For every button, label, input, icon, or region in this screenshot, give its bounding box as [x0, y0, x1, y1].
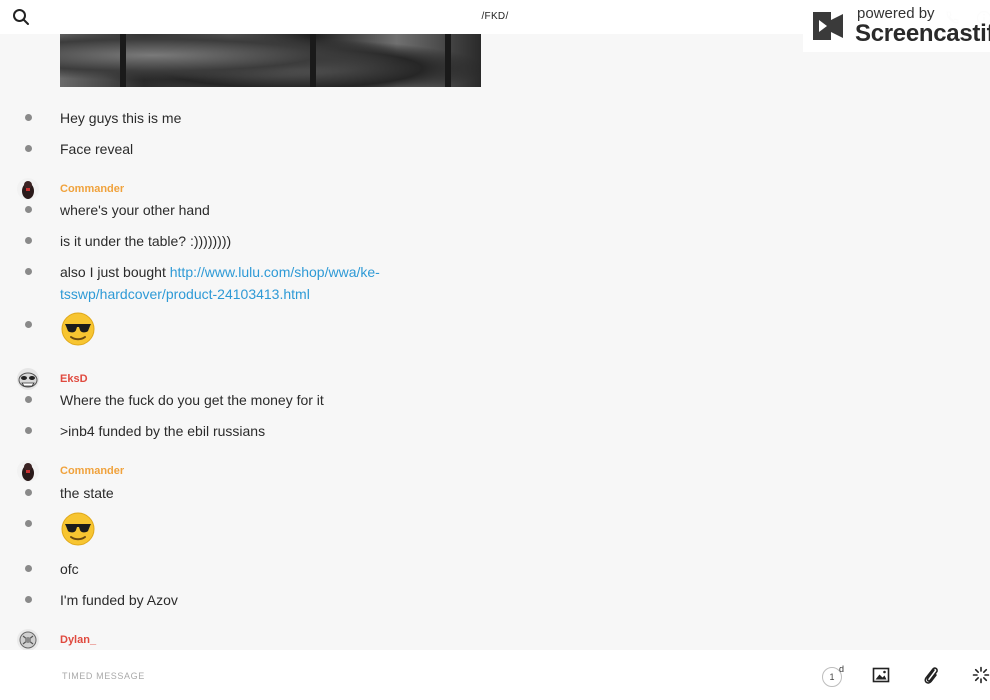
message-bullet — [25, 396, 32, 403]
message-text: the state — [60, 485, 114, 501]
message-bullet — [25, 520, 32, 527]
shared-photo[interactable] — [60, 34, 481, 87]
loading-icon[interactable] — [972, 666, 990, 684]
message-text: Hey guys this is me — [60, 110, 182, 126]
message-link-continued[interactable]: tsswp/hardcover/product-24103413.html — [60, 286, 310, 302]
message-input[interactable] — [60, 665, 764, 687]
message-text: where's your other hand — [60, 202, 210, 218]
message-author[interactable]: Commander — [60, 465, 124, 477]
composer-bar: 1 d — [0, 650, 990, 700]
message-text: >inb4 funded by the ebil russians — [60, 423, 266, 439]
screencastify-logo-icon — [813, 12, 843, 40]
message-text: Face reveal — [60, 141, 134, 157]
avatar-eksd[interactable] — [17, 368, 39, 390]
timer-unit: d — [839, 664, 845, 674]
message-bullet — [25, 489, 32, 496]
sunglasses-emoji-icon — [61, 512, 95, 546]
message-text: is it under the table? :)))))))) — [60, 233, 232, 249]
message-author[interactable]: EksD — [60, 373, 88, 385]
message-bullet — [25, 321, 32, 328]
avatar-commander[interactable] — [17, 460, 39, 482]
message-author[interactable]: Dylan_ — [60, 634, 96, 646]
watermark-brand: Screencastify — [855, 20, 990, 47]
message-bullet — [25, 565, 32, 572]
message-with-link: also I just bought http://www.lulu.com/s… — [60, 261, 380, 305]
avatar-commander[interactable] — [17, 178, 39, 200]
message-text: also I just bought — [60, 264, 170, 280]
timer-button[interactable]: 1 d — [820, 664, 846, 688]
message-bullet — [25, 237, 32, 244]
message-bullet — [25, 268, 32, 275]
message-text: ofc — [60, 561, 79, 577]
message-bullet — [25, 114, 32, 121]
message-text: I'm funded by Azov — [60, 592, 178, 608]
message-bullet — [25, 206, 32, 213]
message-text: Where the fuck do you get the money for … — [60, 392, 324, 408]
avatar-dylan[interactable] — [17, 629, 39, 651]
message-author[interactable]: Commander — [60, 183, 124, 195]
paperclip-icon[interactable] — [922, 665, 940, 685]
screencastify-watermark: powered by Screencastify — [803, 0, 990, 52]
message-bullet — [25, 145, 32, 152]
image-icon[interactable] — [872, 666, 890, 684]
message-bullet — [25, 427, 32, 434]
message-link[interactable]: http://www.lulu.com/shop/wwa/ke- — [170, 264, 380, 280]
sunglasses-emoji-icon — [61, 312, 95, 346]
message-bullet — [25, 596, 32, 603]
